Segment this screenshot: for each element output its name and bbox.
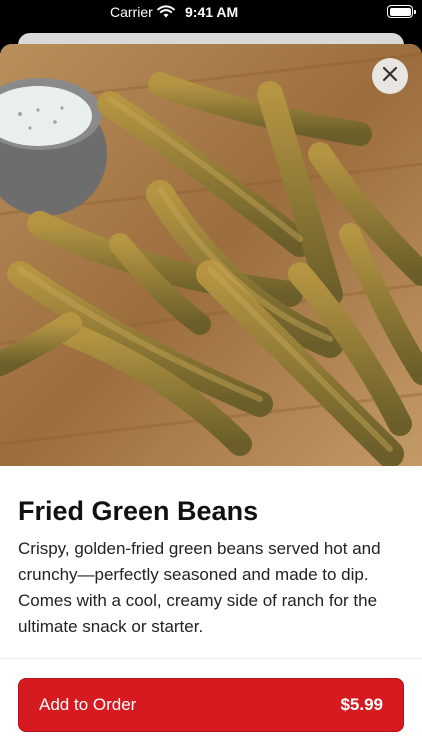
item-description: Crispy, golden-fried green beans served … <box>18 539 381 636</box>
close-button[interactable] <box>372 58 408 94</box>
status-bar: Carrier 9:41 AM <box>0 0 422 26</box>
add-to-order-label: Add to Order <box>39 695 137 714</box>
clock: 9:41 AM <box>185 4 239 20</box>
divider <box>0 658 422 659</box>
item-detail-sheet: Fried Green Beans Crispy, golden-fried g… <box>0 44 422 750</box>
item-title: Fried Green Beans <box>18 496 259 526</box>
wifi-icon <box>157 5 175 21</box>
battery-icon <box>387 5 416 18</box>
close-icon <box>382 66 398 87</box>
add-to-order-button[interactable]: Add to Order $5.99 <box>18 678 404 732</box>
price-label: $5.99 <box>340 695 383 714</box>
item-photo <box>0 44 422 466</box>
carrier-label: Carrier <box>110 4 153 20</box>
